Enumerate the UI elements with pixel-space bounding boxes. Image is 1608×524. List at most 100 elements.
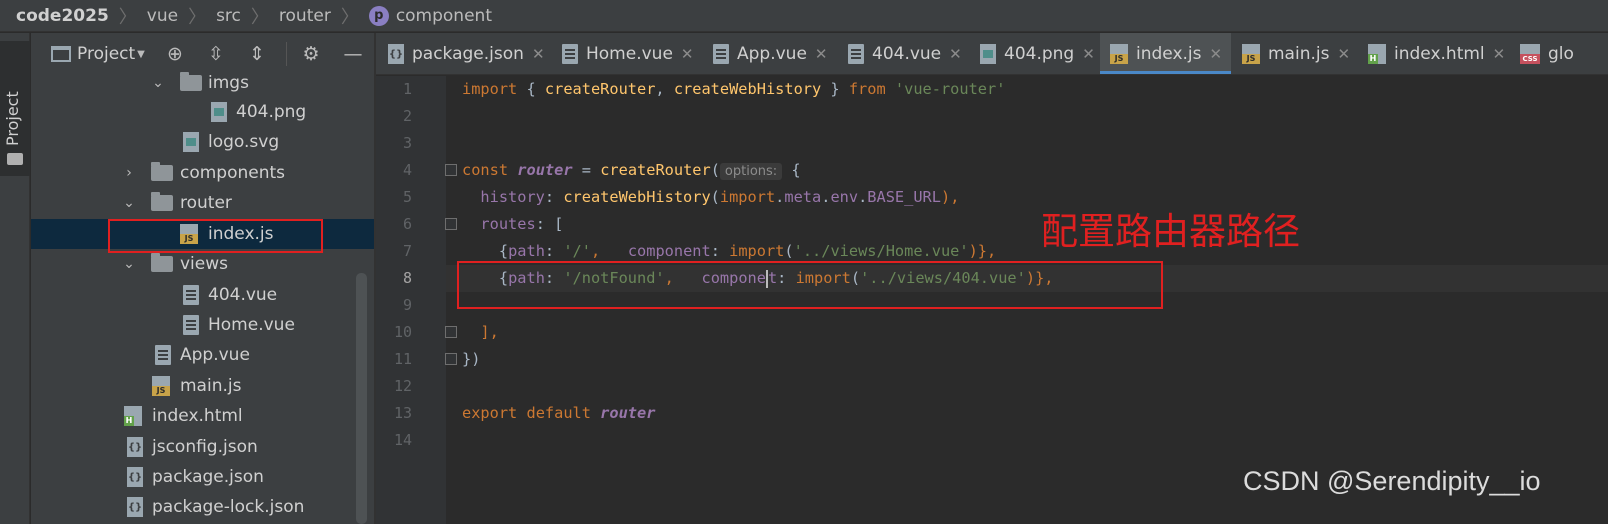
fold-icon[interactable]: [445, 353, 457, 365]
chevron-right-icon[interactable]: ›: [122, 165, 136, 181]
tree-item-main-js[interactable]: JS main.js: [31, 371, 374, 401]
close-icon[interactable]: ✕: [815, 45, 828, 63]
file-icon: [183, 285, 199, 305]
tab-main-js[interactable]: JS main.js ✕: [1242, 33, 1350, 74]
js-file-icon: JS: [152, 376, 170, 396]
file-icon: [155, 345, 171, 365]
tab-glo[interactable]: CSS glo: [1520, 33, 1574, 74]
token-function: createRouter: [600, 161, 711, 179]
js-badge: JS: [1110, 54, 1128, 64]
tree-scrollbar[interactable]: [356, 273, 367, 524]
project-panel: Project ▼ ⊕ ⇳ ⇕ ⚙ — ⌄ imgs 404.png logo.…: [31, 33, 374, 524]
tree-item-404-vue[interactable]: 404.vue: [31, 280, 374, 310]
line-number: 11: [393, 350, 412, 368]
token-keyword: from: [848, 80, 886, 98]
tree-item-home-vue[interactable]: Home.vue: [31, 310, 374, 340]
close-icon[interactable]: ✕: [532, 45, 545, 63]
locate-icon[interactable]: ⊕: [164, 43, 186, 65]
token: .: [775, 188, 785, 206]
code-line-10: ],: [462, 319, 498, 346]
close-icon[interactable]: ✕: [1493, 45, 1506, 63]
fold-icon[interactable]: [445, 218, 457, 230]
token-function: createWebHistory: [563, 188, 711, 206]
tab-home-vue[interactable]: Home.vue ✕: [562, 33, 694, 74]
tree-item-package-json[interactable]: {} package.json: [31, 462, 374, 492]
tab-index-html[interactable]: H index.html ✕: [1368, 33, 1506, 74]
token-function: createWebHistory: [673, 80, 822, 98]
breadcrumb-separator-icon: 〉: [188, 6, 207, 28]
token-keyword: default: [526, 404, 591, 422]
close-icon[interactable]: ✕: [1337, 45, 1350, 63]
breadcrumb-separator-icon: 〉: [340, 6, 359, 28]
expand-all-icon[interactable]: ⇳: [205, 43, 227, 65]
breadcrumb-src[interactable]: src: [216, 6, 241, 26]
chevron-down-icon[interactable]: ⌄: [122, 195, 136, 211]
html-badge: H: [124, 416, 134, 426]
tab-label: 404.png: [1004, 44, 1075, 64]
tab-label: package.json: [412, 44, 524, 64]
close-icon[interactable]: ✕: [681, 45, 694, 63]
token: (: [710, 188, 720, 206]
project-view-selector[interactable]: Project: [77, 44, 135, 64]
breadcrumb: code2025 〉 vue 〉 src 〉 router 〉 p compon…: [0, 0, 1608, 32]
chevron-down-icon[interactable]: ▼: [137, 49, 145, 60]
breadcrumb-router[interactable]: router: [279, 6, 331, 26]
tree-item-app-vue[interactable]: App.vue: [31, 340, 374, 370]
line-number: 6: [402, 215, 412, 233]
fold-icon[interactable]: [445, 326, 457, 338]
tree-item-jsconfig-json[interactable]: {} jsconfig.json: [31, 432, 374, 462]
code-editor[interactable]: 1 2 3 4 5 6 7 8 9 10 11 12 13 14 import …: [376, 76, 1608, 524]
line-number: 12: [393, 377, 412, 395]
tab-label: index.js: [1136, 44, 1202, 64]
tab-404-vue[interactable]: 404.vue ✕: [848, 33, 962, 74]
tree-item-imgs[interactable]: ⌄ imgs: [31, 68, 374, 98]
tree-item-index-html[interactable]: H index.html: [31, 401, 374, 431]
gear-icon[interactable]: ⚙: [300, 43, 322, 65]
tab-label: 404.vue: [872, 44, 942, 64]
tab-app-vue[interactable]: App.vue ✕: [713, 33, 828, 74]
collapse-all-icon[interactable]: ⇕: [246, 43, 268, 65]
tab-index-js[interactable]: JS index.js ✕: [1100, 33, 1231, 74]
tree-item-views[interactable]: ⌄ views: [31, 249, 374, 279]
token: {: [782, 161, 801, 179]
tab-label: glo: [1548, 44, 1574, 64]
token: }): [462, 350, 481, 368]
breadcrumb-component[interactable]: p component: [368, 5, 492, 26]
tree-item-logo-svg[interactable]: logo.svg: [31, 127, 374, 157]
breadcrumb-separator-icon: 〉: [118, 6, 137, 28]
tree-item-label: components: [180, 163, 286, 183]
line-number: 2: [402, 107, 412, 125]
close-icon[interactable]: ✕: [1210, 45, 1223, 63]
tree-item-package-lock-json[interactable]: {} package-lock.json: [31, 492, 374, 522]
tree-item-components[interactable]: › components: [31, 158, 374, 188]
close-icon[interactable]: ✕: [949, 45, 962, 63]
watermark: CSDN @Serendipity__io: [1243, 466, 1541, 496]
line-number: 4: [402, 161, 412, 179]
chevron-down-icon[interactable]: ⌄: [151, 75, 165, 91]
tab-package-json[interactable]: {} package.json ✕: [388, 33, 545, 74]
tree-item-label: imgs: [208, 73, 249, 93]
project-tool-button[interactable]: Project: [0, 41, 30, 176]
breadcrumb-project[interactable]: code2025: [16, 6, 109, 26]
fold-icon[interactable]: [445, 164, 457, 176]
token-string: '/': [563, 242, 591, 260]
token: .: [858, 188, 868, 206]
code-line-13: export default router: [462, 400, 655, 427]
tree-item-router[interactable]: ⌄ router: [31, 188, 374, 218]
token: }: [821, 80, 849, 98]
token: {: [517, 80, 545, 98]
tree-item-404-png[interactable]: 404.png: [31, 97, 374, 127]
token: (: [710, 161, 720, 179]
breadcrumb-vue[interactable]: vue: [147, 6, 178, 26]
token: : [: [535, 215, 564, 233]
editor-tabs: {} package.json ✕ Home.vue ✕ App.vue ✕ 4…: [376, 33, 1608, 75]
line-number: 9: [402, 296, 412, 314]
file-icon: [713, 44, 729, 64]
chevron-down-icon[interactable]: ⌄: [122, 256, 136, 272]
close-icon[interactable]: ✕: [1082, 45, 1095, 63]
tree-item-label: App.vue: [180, 345, 250, 365]
tab-404-png[interactable]: 404.png ✕: [980, 33, 1095, 74]
minimize-icon[interactable]: —: [342, 43, 364, 65]
